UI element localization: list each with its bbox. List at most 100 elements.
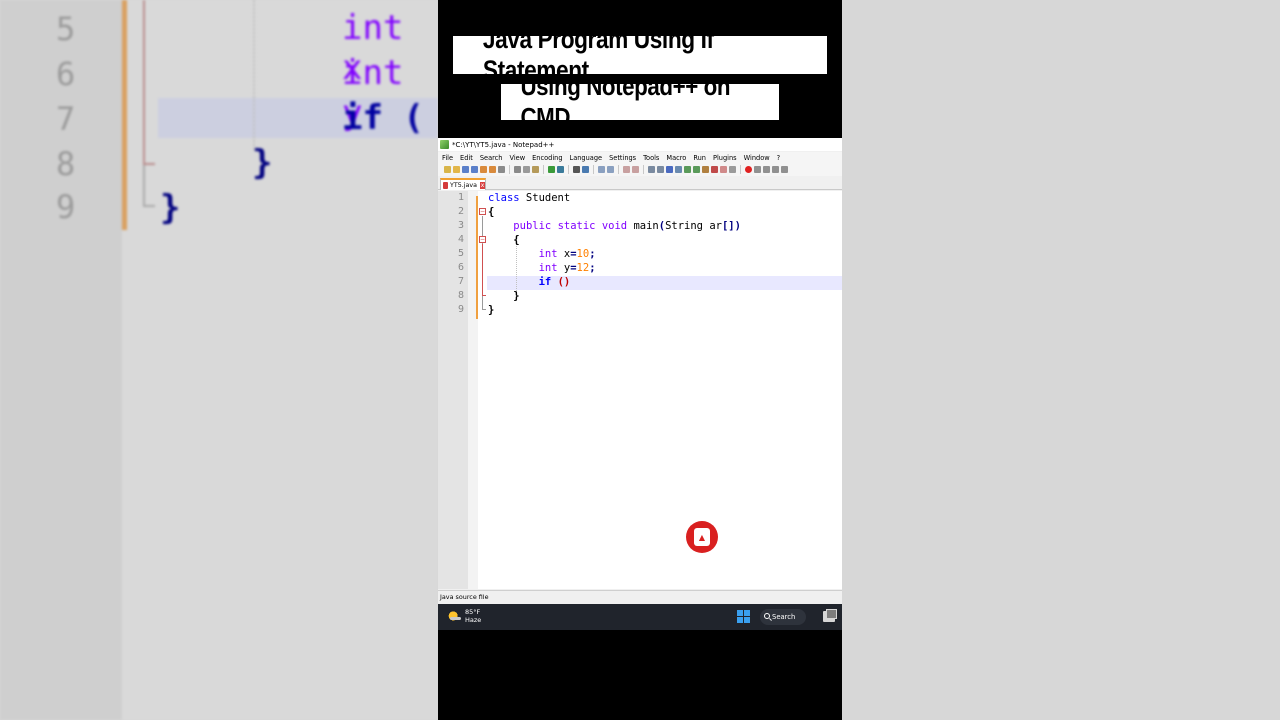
stop-macro-icon[interactable] xyxy=(754,166,761,173)
code-token: 12 xyxy=(576,262,590,274)
code-token: void xyxy=(601,220,628,232)
code-token: int xyxy=(538,248,558,260)
code-text: { xyxy=(488,234,520,246)
line-number: 9 xyxy=(457,304,464,315)
function-list-icon[interactable] xyxy=(693,166,700,173)
windows-start-icon[interactable] xyxy=(737,610,750,623)
menu-encoding[interactable]: Encoding xyxy=(532,154,562,162)
line-number: 2 xyxy=(457,206,464,217)
record-macro-icon[interactable] xyxy=(745,166,752,173)
menu-edit[interactable]: Edit xyxy=(460,154,473,162)
save-all-icon[interactable] xyxy=(471,166,478,173)
play-macro-icon[interactable] xyxy=(763,166,770,173)
weather-temperature: 85°F xyxy=(465,608,481,616)
haze-weather-icon xyxy=(448,610,461,622)
code-line: 6 int y=12; xyxy=(438,261,842,275)
zoom-out-icon[interactable] xyxy=(607,166,614,173)
paste-icon[interactable] xyxy=(532,166,539,173)
redo-icon[interactable] xyxy=(557,166,564,173)
toolbar-separator xyxy=(593,165,594,174)
toolbar-separator xyxy=(618,165,619,174)
code-token: ( xyxy=(658,220,666,232)
record-stop-icon: ▲ xyxy=(694,528,710,546)
print-icon[interactable] xyxy=(498,166,505,173)
close-all-icon[interactable] xyxy=(489,166,496,173)
menu-plugins[interactable]: Plugins xyxy=(713,154,737,162)
monitoring-icon[interactable] xyxy=(711,166,718,173)
code-line: 1 class Student xyxy=(438,191,842,205)
code-text: } xyxy=(488,304,495,316)
line-number: 8 xyxy=(457,290,464,301)
notepadpp-app-icon xyxy=(440,140,449,149)
menu-tools[interactable]: Tools xyxy=(643,154,659,162)
window-titlebar: *C:\YT\YT5.java - Notepad++ xyxy=(438,138,842,151)
background-right xyxy=(842,0,1280,720)
background-zoomed-editor: 5 6 7 8 9 int x int y if ( } } xyxy=(0,0,438,720)
screen-record-button[interactable]: ▲ xyxy=(686,521,718,553)
eye-icon[interactable] xyxy=(729,166,736,173)
code-line: 8 } xyxy=(438,289,842,303)
background-line-number: 9 xyxy=(56,188,76,226)
line-number: 7 xyxy=(457,276,464,287)
panel-icon[interactable] xyxy=(720,166,727,173)
close-tab-icon[interactable]: x xyxy=(479,181,485,189)
menu-language[interactable]: Language xyxy=(570,154,603,162)
copy-icon[interactable] xyxy=(523,166,530,173)
play-multiple-macro-icon[interactable] xyxy=(772,166,779,173)
code-line: 9 } xyxy=(438,303,842,317)
tab-yt5-java[interactable]: YT5.java x xyxy=(440,178,486,190)
menu-macro[interactable]: Macro xyxy=(666,154,686,162)
menu-file[interactable]: File xyxy=(442,154,453,162)
background-line-number: 8 xyxy=(56,145,76,183)
background-line-number: 7 xyxy=(56,100,76,138)
sync-vertical-icon[interactable] xyxy=(623,166,630,173)
folder-workspace-icon[interactable] xyxy=(702,166,709,173)
language-icon[interactable] xyxy=(675,166,682,173)
close-file-icon[interactable] xyxy=(480,166,487,173)
code-text: { xyxy=(488,206,495,218)
save-icon[interactable] xyxy=(462,166,469,173)
toolbar xyxy=(438,163,842,176)
code-token: if xyxy=(538,276,552,288)
video-frame: Java Program Using If Statement Using No… xyxy=(438,0,842,720)
code-token: () xyxy=(557,276,571,288)
tab-label: YT5.java xyxy=(450,181,477,189)
open-file-icon[interactable] xyxy=(453,166,460,173)
sync-horizontal-icon[interactable] xyxy=(632,166,639,173)
menu-run[interactable]: Run xyxy=(693,154,706,162)
menu-bar: File Edit Search View Encoding Language … xyxy=(438,152,842,163)
video-title-line1: Java Program Using If Statement xyxy=(482,24,714,85)
background-code-line: if ( xyxy=(342,98,424,138)
show-all-chars-icon[interactable] xyxy=(657,166,664,173)
toolbar-separator xyxy=(740,165,741,174)
word-wrap-icon[interactable] xyxy=(648,166,655,173)
code-text: class Student xyxy=(488,192,571,204)
task-view-icon[interactable] xyxy=(823,609,837,622)
save-macro-icon[interactable] xyxy=(781,166,788,173)
new-file-icon[interactable] xyxy=(444,166,451,173)
line-number: 6 xyxy=(457,262,464,273)
code-token: 10 xyxy=(576,248,590,260)
menu-search[interactable]: Search xyxy=(480,154,503,162)
menu-window[interactable]: Window xyxy=(744,154,770,162)
menu-view[interactable]: View xyxy=(509,154,525,162)
undo-icon[interactable] xyxy=(548,166,555,173)
replace-icon[interactable] xyxy=(582,166,589,173)
weather-widget[interactable]: 85°F Haze xyxy=(448,608,481,624)
document-map-icon[interactable] xyxy=(684,166,691,173)
code-token: int xyxy=(538,262,558,274)
unsaved-file-icon xyxy=(443,181,449,189)
toolbar-separator xyxy=(643,165,644,174)
find-icon[interactable] xyxy=(573,166,580,173)
menu-help[interactable]: ? xyxy=(777,154,781,162)
code-token: ; xyxy=(589,262,596,274)
menu-settings[interactable]: Settings xyxy=(609,154,636,162)
cut-icon[interactable] xyxy=(514,166,521,173)
taskbar-search-button[interactable]: Search xyxy=(760,609,806,625)
indent-guide-icon[interactable] xyxy=(666,166,673,173)
code-editor[interactable]: − − 1 class Student 2 { 3 public static … xyxy=(438,191,842,589)
zoom-in-icon[interactable] xyxy=(598,166,605,173)
background-fold-tick-outer xyxy=(143,205,155,207)
background-code-line: } xyxy=(252,143,273,183)
background-fold-line xyxy=(143,0,145,165)
